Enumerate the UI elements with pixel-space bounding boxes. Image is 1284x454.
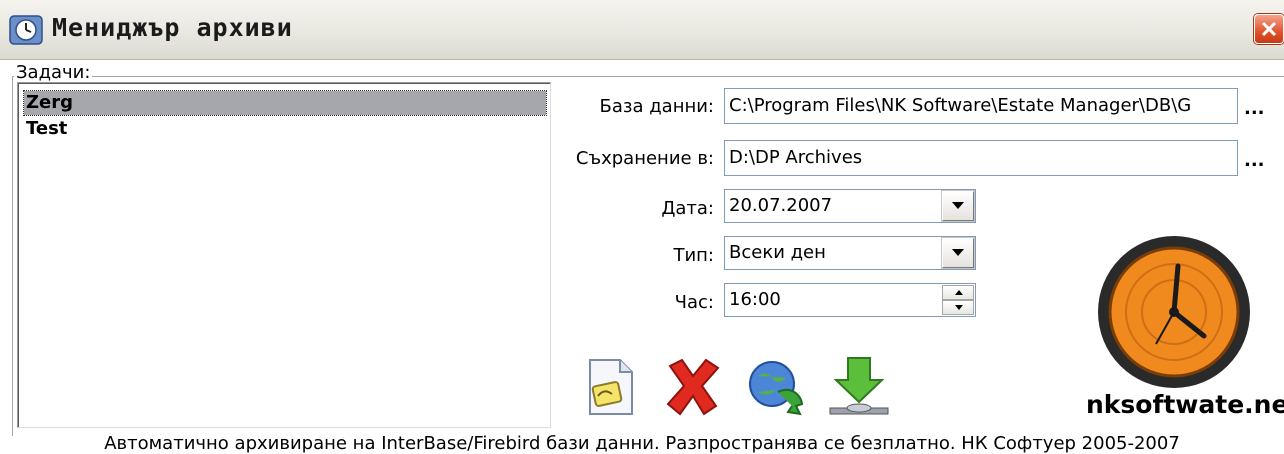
delete-icon[interactable] [662, 356, 724, 418]
chevron-down-icon [955, 305, 963, 310]
list-item-task-test[interactable]: Test [24, 117, 546, 141]
footer-status: Автоматично архивиране на InterBase/Fire… [104, 433, 1180, 454]
date-picker[interactable]: 20.07.2007 [724, 189, 976, 223]
database-label: База данни: [599, 96, 714, 117]
time-value: 16:00 [729, 289, 781, 310]
clock-app-icon [9, 15, 43, 45]
tasks-group-label: Задачи: [14, 62, 93, 83]
list-item-task-zerg[interactable]: Zerg [23, 90, 547, 116]
clock-logo-icon [1098, 236, 1250, 388]
window-title: Мениджър архиви [52, 13, 293, 42]
time-spinner[interactable]: 16:00 [724, 283, 976, 317]
time-increment-button[interactable] [942, 285, 974, 300]
time-decrement-button[interactable] [942, 300, 974, 315]
type-select[interactable]: Всеки ден [724, 236, 976, 270]
title-bar[interactable]: Мениджър архиви [0, 0, 1284, 60]
type-dropdown-button[interactable] [942, 238, 974, 268]
chevron-up-icon [955, 290, 963, 295]
save-location-input[interactable]: D:\DP Archives [724, 140, 1238, 176]
browse-save-button[interactable]: ... [1244, 150, 1265, 171]
new-task-icon[interactable] [580, 356, 642, 418]
refresh-icon[interactable] [744, 356, 806, 418]
date-label: Дата: [661, 198, 714, 219]
download-icon[interactable] [828, 356, 890, 418]
close-button[interactable] [1254, 14, 1284, 44]
save-location-label: Съхранение в: [575, 148, 714, 169]
date-value: 20.07.2007 [729, 195, 833, 216]
time-label: Час: [674, 292, 714, 313]
chevron-down-icon [952, 202, 964, 209]
chevron-down-icon [952, 249, 964, 256]
database-path-input[interactable]: C:\Program Files\NK Software\Estate Mana… [724, 88, 1238, 124]
type-label: Тип: [673, 245, 714, 266]
archive-manager-window: Мениджър архиви Задачи: Zerg Test База д… [0, 0, 1284, 454]
close-icon [1261, 21, 1277, 37]
task-list[interactable]: Zerg Test [17, 82, 551, 428]
date-dropdown-button[interactable] [942, 191, 974, 221]
browse-database-button[interactable]: ... [1244, 98, 1265, 119]
brand-website: nksoftwate.net [1086, 390, 1284, 419]
type-value: Всеки ден [729, 242, 826, 263]
